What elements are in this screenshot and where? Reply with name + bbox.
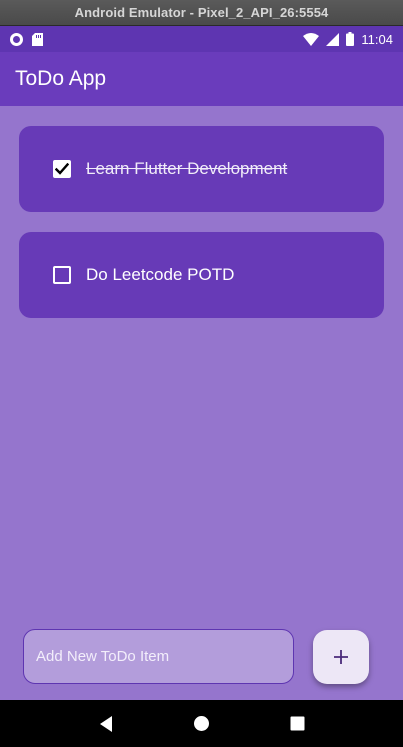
new-todo-input[interactable] <box>36 648 293 665</box>
todo-list-area: Learn Flutter Development Do Leetcode PO… <box>0 106 403 700</box>
recents-square-icon <box>290 716 305 731</box>
emulator-title: Android Emulator - Pixel_2_API_26:5554 <box>74 5 329 20</box>
home-button[interactable] <box>186 709 216 739</box>
home-circle-icon <box>193 716 209 731</box>
todo-checkbox-checked[interactable] <box>53 160 71 178</box>
todo-item[interactable]: Do Leetcode POTD <box>19 232 384 318</box>
battery-icon <box>346 32 355 46</box>
status-time: 11:04 <box>361 31 393 47</box>
app-title: ToDo App <box>15 67 107 90</box>
todo-text: Do Leetcode POTD <box>86 265 235 284</box>
todo-item[interactable]: Learn Flutter Development <box>19 126 384 212</box>
status-bar: 11:04 <box>0 26 403 52</box>
add-todo-button[interactable] <box>313 630 369 684</box>
recents-button[interactable] <box>282 709 312 739</box>
sd-card-icon <box>32 32 43 46</box>
android-nav-bar <box>0 700 403 747</box>
app-bar: ToDo App <box>0 52 403 106</box>
plus-icon <box>334 650 348 664</box>
notification-dot-icon <box>10 32 23 46</box>
emulator-title-bar: Android Emulator - Pixel_2_API_26:5554 <box>0 0 403 26</box>
wifi-icon <box>303 32 320 46</box>
todo-checkbox[interactable] <box>53 266 71 284</box>
back-button[interactable] <box>91 709 121 739</box>
new-todo-field[interactable] <box>23 629 294 684</box>
cell-signal-icon <box>326 32 340 46</box>
check-icon <box>55 163 69 175</box>
back-triangle-icon <box>99 715 112 732</box>
todo-text: Learn Flutter Development <box>86 159 288 178</box>
